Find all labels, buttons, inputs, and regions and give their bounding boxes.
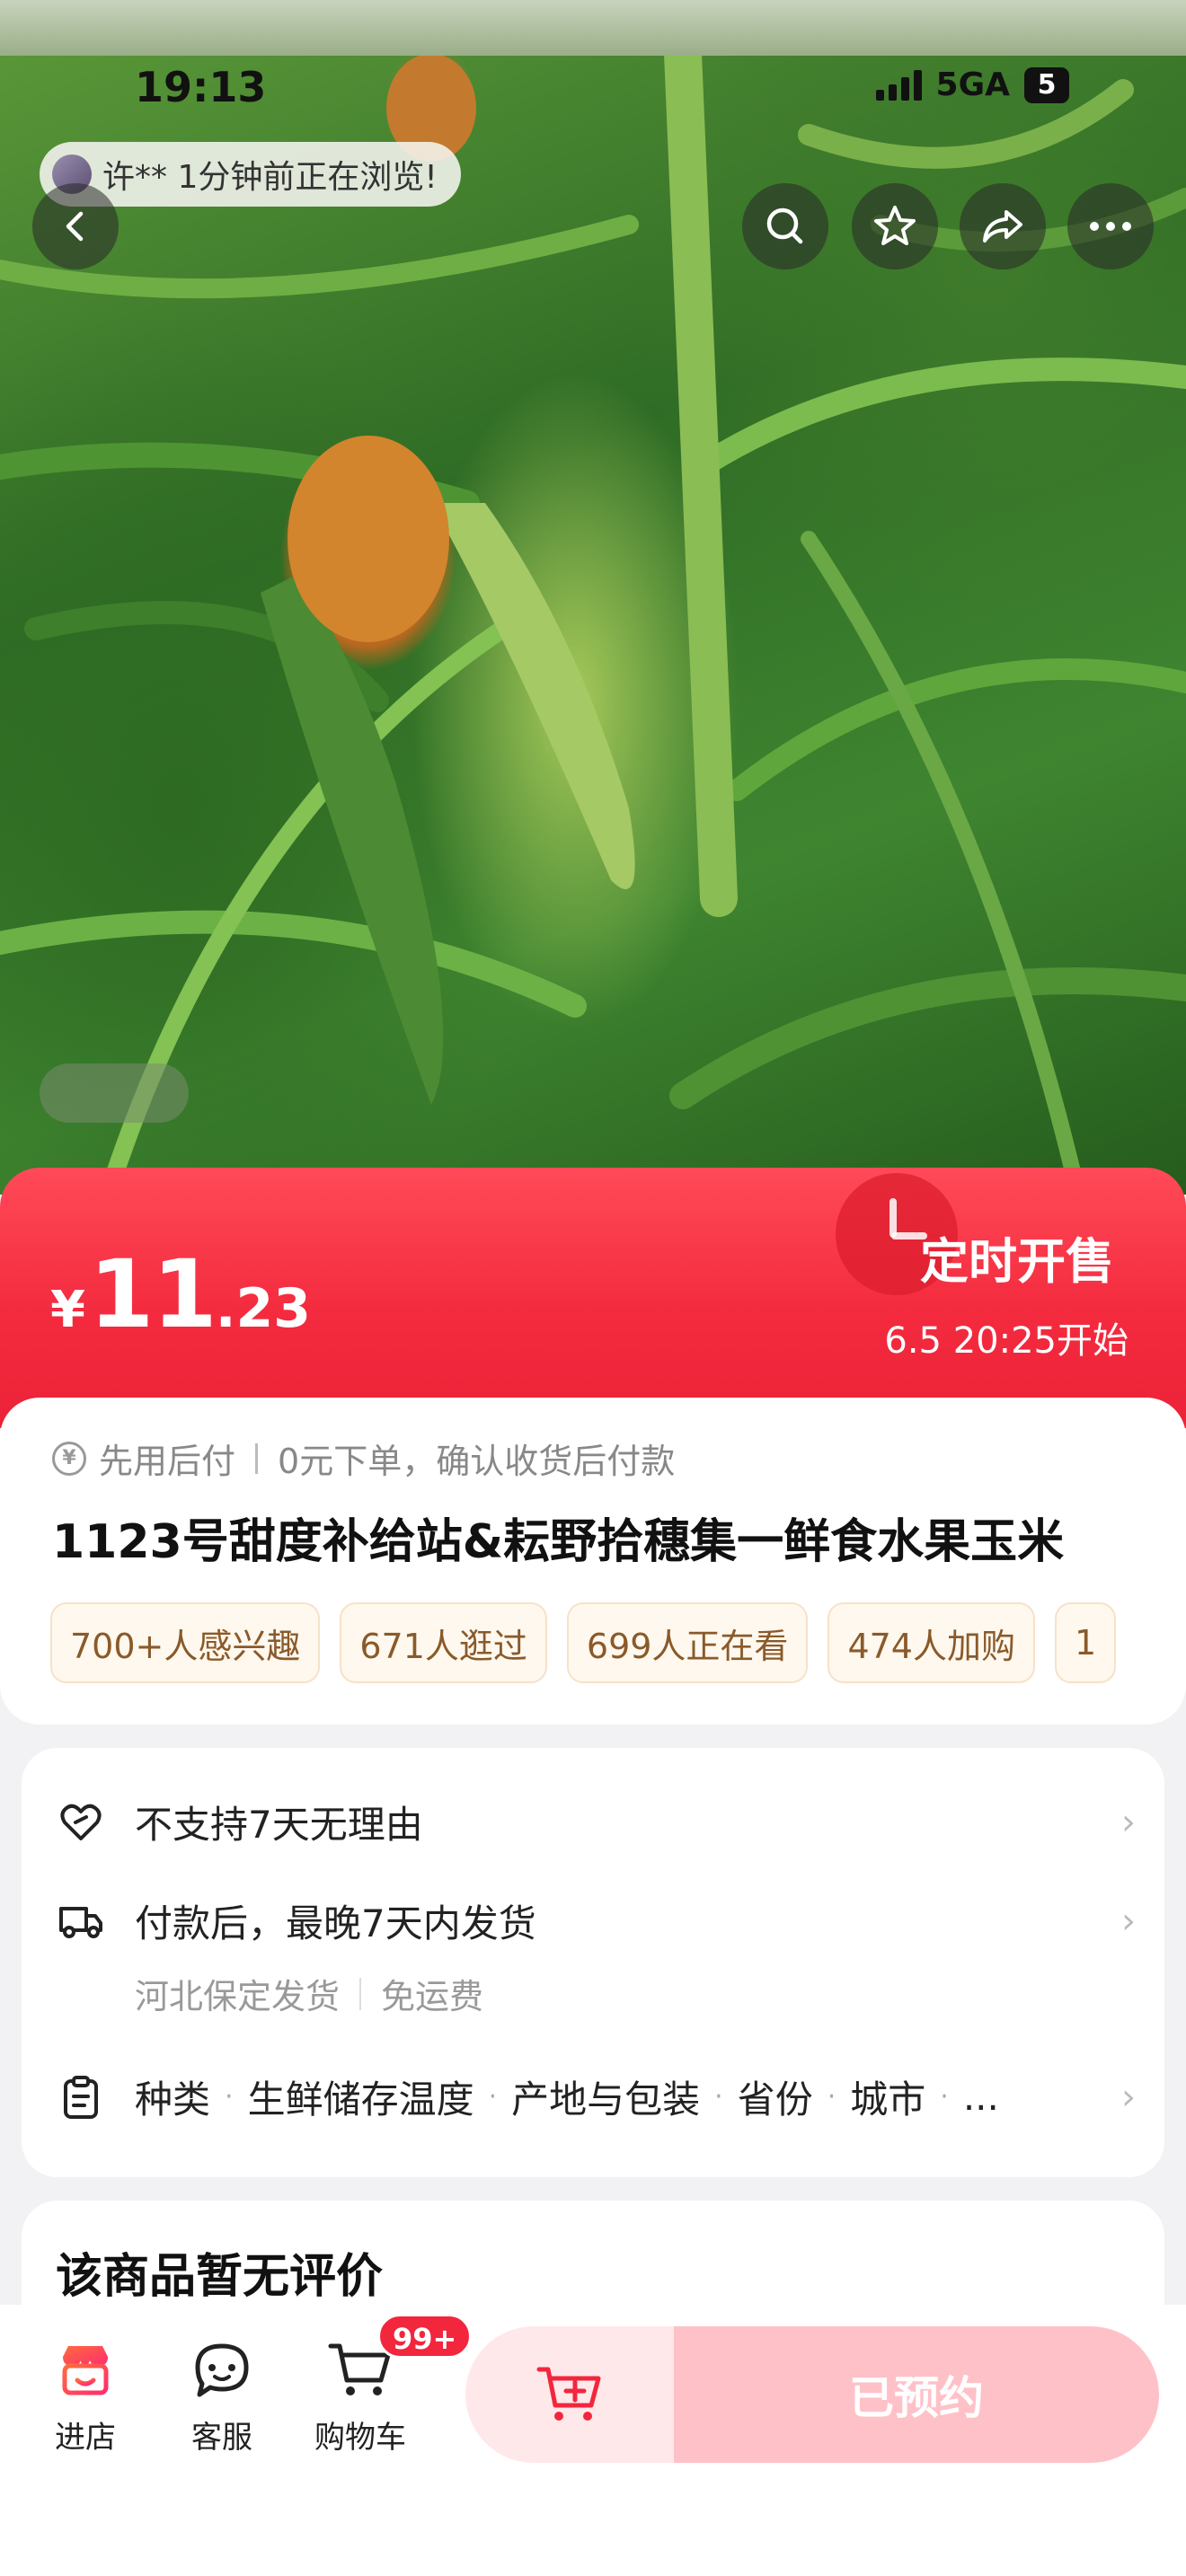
price: ¥ 11 .23 [50,1239,311,1349]
sale-start-time: 6.5 20:25开始 [884,1320,1128,1362]
shipping-row[interactable]: 付款后，最晚7天内发货 › [58,1893,1136,1948]
price-currency: ¥ [50,1281,85,1339]
customer-service-label: 客服 [191,2420,252,2456]
more-dots-icon [1090,222,1131,231]
shipping-details: 河北保定发货 免运费 [135,1969,483,2018]
favorite-button[interactable] [852,183,938,269]
shop-icon [62,2346,109,2395]
pay-later-row[interactable]: ¥ 先用后付 0元下单，确认收货后付款 [52,1434,675,1483]
product-title: 1123号甜度补给站&耘野拾穗集一鲜食水果玉米 [52,1515,1065,1569]
price-decimal: .23 [215,1277,311,1340]
battery-icon: 5 [1024,66,1069,103]
product-info-card: ¥ 先用后付 0元下单，确认收货后付款 1123号甜度补给站&耘野拾穗集一鲜食水… [0,1398,1186,1725]
stat-tag: 699人正在看 [566,1602,809,1683]
attribute-item: 产地与包装 [511,2078,701,2122]
share-button[interactable] [960,183,1046,269]
service-card: 不支持7天无理由 › 付款后，最晚7天内发货 › 河北保定发货 免运费 种类 ·… [22,1748,1164,2177]
customer-service-button[interactable]: 客服 [173,2339,271,2457]
yen-coin-icon: ¥ [52,1441,86,1476]
divider [359,1977,362,2010]
more-button[interactable] [1067,183,1154,269]
star-icon [874,206,916,245]
heart-shield-icon [58,1799,104,1846]
attribute-list: 种类 · 生鲜储存温度 · 产地与包装 · 省份 · 城市 · ... [135,2069,999,2124]
attribute-item: 种类 [135,2078,211,2122]
share-icon [983,210,1022,243]
back-button[interactable] [32,183,119,269]
stat-tag: 474人加购 [828,1602,1035,1683]
recent-viewer-text: 许** 1分钟前正在浏览! [102,159,438,196]
status-indicators: 5GA 5 [875,66,1069,103]
chat-icon [195,2343,249,2397]
attributes-row[interactable]: 种类 · 生鲜储存温度 · 产地与包装 · 省份 · 城市 · ... › [58,2069,1136,2124]
price-banner: ¥ 11 .23 定时开售 6.5 20:25开始 [0,1168,1186,1428]
stats-tags: 700+人感兴趣 671人逛过 699人正在看 474人加购 1 [50,1602,1137,1687]
clipboard-icon [58,2074,104,2121]
chevron-right-icon: › [1121,1801,1136,1843]
shipping-label: 付款后，最晚7天内发货 [135,1901,536,1945]
stat-tag: 700+人感兴趣 [50,1602,321,1683]
image-counter-pill [40,1063,189,1123]
back-arrow-icon [66,211,84,242]
cart-label: 购物车 [314,2420,406,2456]
network-type: 5GA [935,66,1010,103]
price-integer: 11 [88,1239,217,1349]
separator-dot: · [827,2081,836,2113]
ship-fee: 免运费 [381,1977,484,2016]
stat-tag: 1 [1054,1602,1117,1683]
divider [255,1442,259,1474]
shop-label: 进店 [55,2420,116,2456]
sale-title: 定时开售 [920,1233,1114,1290]
chevron-right-icon: › [1121,2076,1136,2118]
search-button[interactable] [742,183,828,269]
bottom-action-bar: 进店 客服 购物车 99+ 已预约 [0,2305,1186,2576]
review-title: 该商品暂无评价 [56,2250,384,2304]
attribute-item: 生鲜储存温度 [247,2078,474,2122]
pay-later-desc: 0元下单，确认收货后付款 [278,1442,676,1481]
search-icon [766,207,803,244]
separator-dot: · [225,2081,234,2113]
chevron-right-icon: › [1121,1900,1136,1942]
cart-count-badge: 99+ [377,2314,473,2359]
stat-tag: 671人逛过 [340,1602,547,1683]
add-cart-icon [536,2367,601,2421]
attribute-item: 城市 [850,2078,926,2122]
separator-dot: · [488,2081,498,2113]
shop-button[interactable]: 进店 [36,2339,135,2457]
return-policy-row[interactable]: 不支持7天无理由 › [58,1795,1136,1849]
separator-dot: · [714,2081,723,2113]
truck-icon [58,1898,104,1945]
add-to-cart-button[interactable] [465,2326,674,2463]
attribute-item: 省份 [737,2078,813,2122]
reserved-button[interactable]: 已预约 [674,2326,1159,2463]
return-policy-label: 不支持7天无理由 [135,1803,423,1847]
status-time: 19:13 [135,63,267,111]
pay-later-label: 先用后付 [99,1442,236,1481]
attribute-more: ... [962,2075,999,2119]
signal-icon [875,69,922,101]
separator-dot: · [940,2081,949,2113]
ship-from: 河北保定发货 [135,1977,341,2016]
